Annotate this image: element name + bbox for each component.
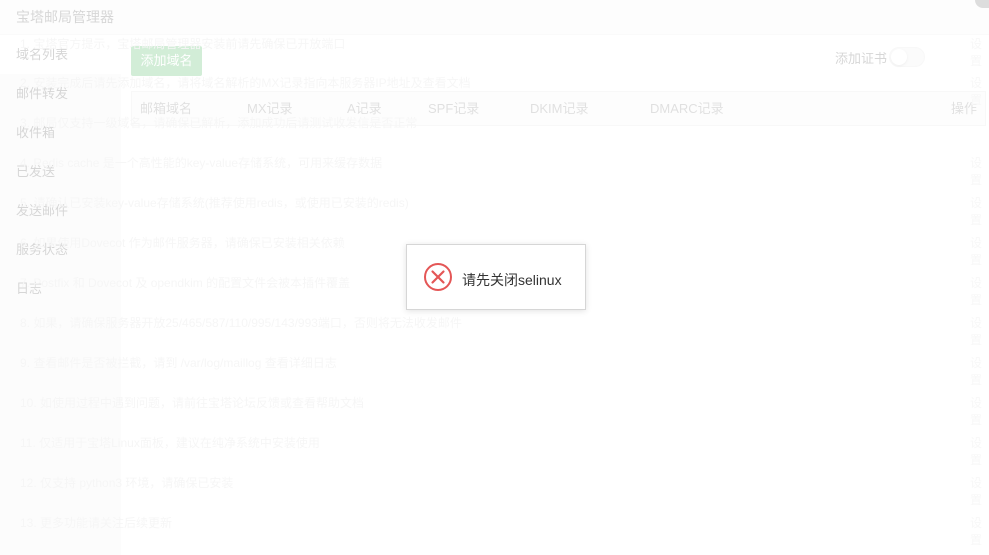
add-cert-label: 添加证书	[835, 51, 888, 66]
th-domain: 邮箱域名	[140, 101, 193, 116]
domain-table-header: 邮箱域名 MX记录 A记录 SPF记录 DKIM记录 DMARC记录 操作	[131, 91, 986, 126]
add-cert-toggle[interactable]	[889, 47, 925, 67]
sidebar-item-inbox[interactable]: 收件箱	[0, 113, 121, 152]
error-circle-icon	[424, 263, 452, 291]
sidebar-item-domain-list[interactable]: 域名列表	[0, 35, 121, 74]
sidebar-item-send-mail[interactable]: 发送邮件	[0, 191, 121, 230]
sidebar-item-sent[interactable]: 已发送	[0, 152, 121, 191]
th-spf: SPF记录	[428, 101, 480, 116]
window-titlebar: 宝塔邮局管理器	[0, 0, 989, 35]
th-actions: 操作	[951, 101, 978, 116]
th-dmarc: DMARC记录	[650, 101, 724, 116]
th-dkim: DKIM记录	[530, 101, 589, 116]
th-mx: MX记录	[247, 101, 293, 116]
add-domain-button[interactable]: 添加域名	[131, 46, 202, 76]
th-a: A记录	[347, 101, 382, 116]
window-title: 宝塔邮局管理器	[16, 9, 114, 25]
sidebar-item-service-status[interactable]: 服务状态	[0, 230, 121, 269]
sidebar-item-logs[interactable]: 日志	[0, 269, 121, 308]
toggle-knob	[891, 49, 907, 65]
window-corner-icon	[975, 0, 989, 8]
sidebar: 域名列表 邮件转发 收件箱 已发送 发送邮件 服务状态 日志	[0, 35, 121, 555]
sidebar-item-mail-forward[interactable]: 邮件转发	[0, 74, 121, 113]
error-toast: 请先关闭selinux	[406, 244, 586, 310]
toast-message: 请先关闭selinux	[462, 272, 562, 288]
